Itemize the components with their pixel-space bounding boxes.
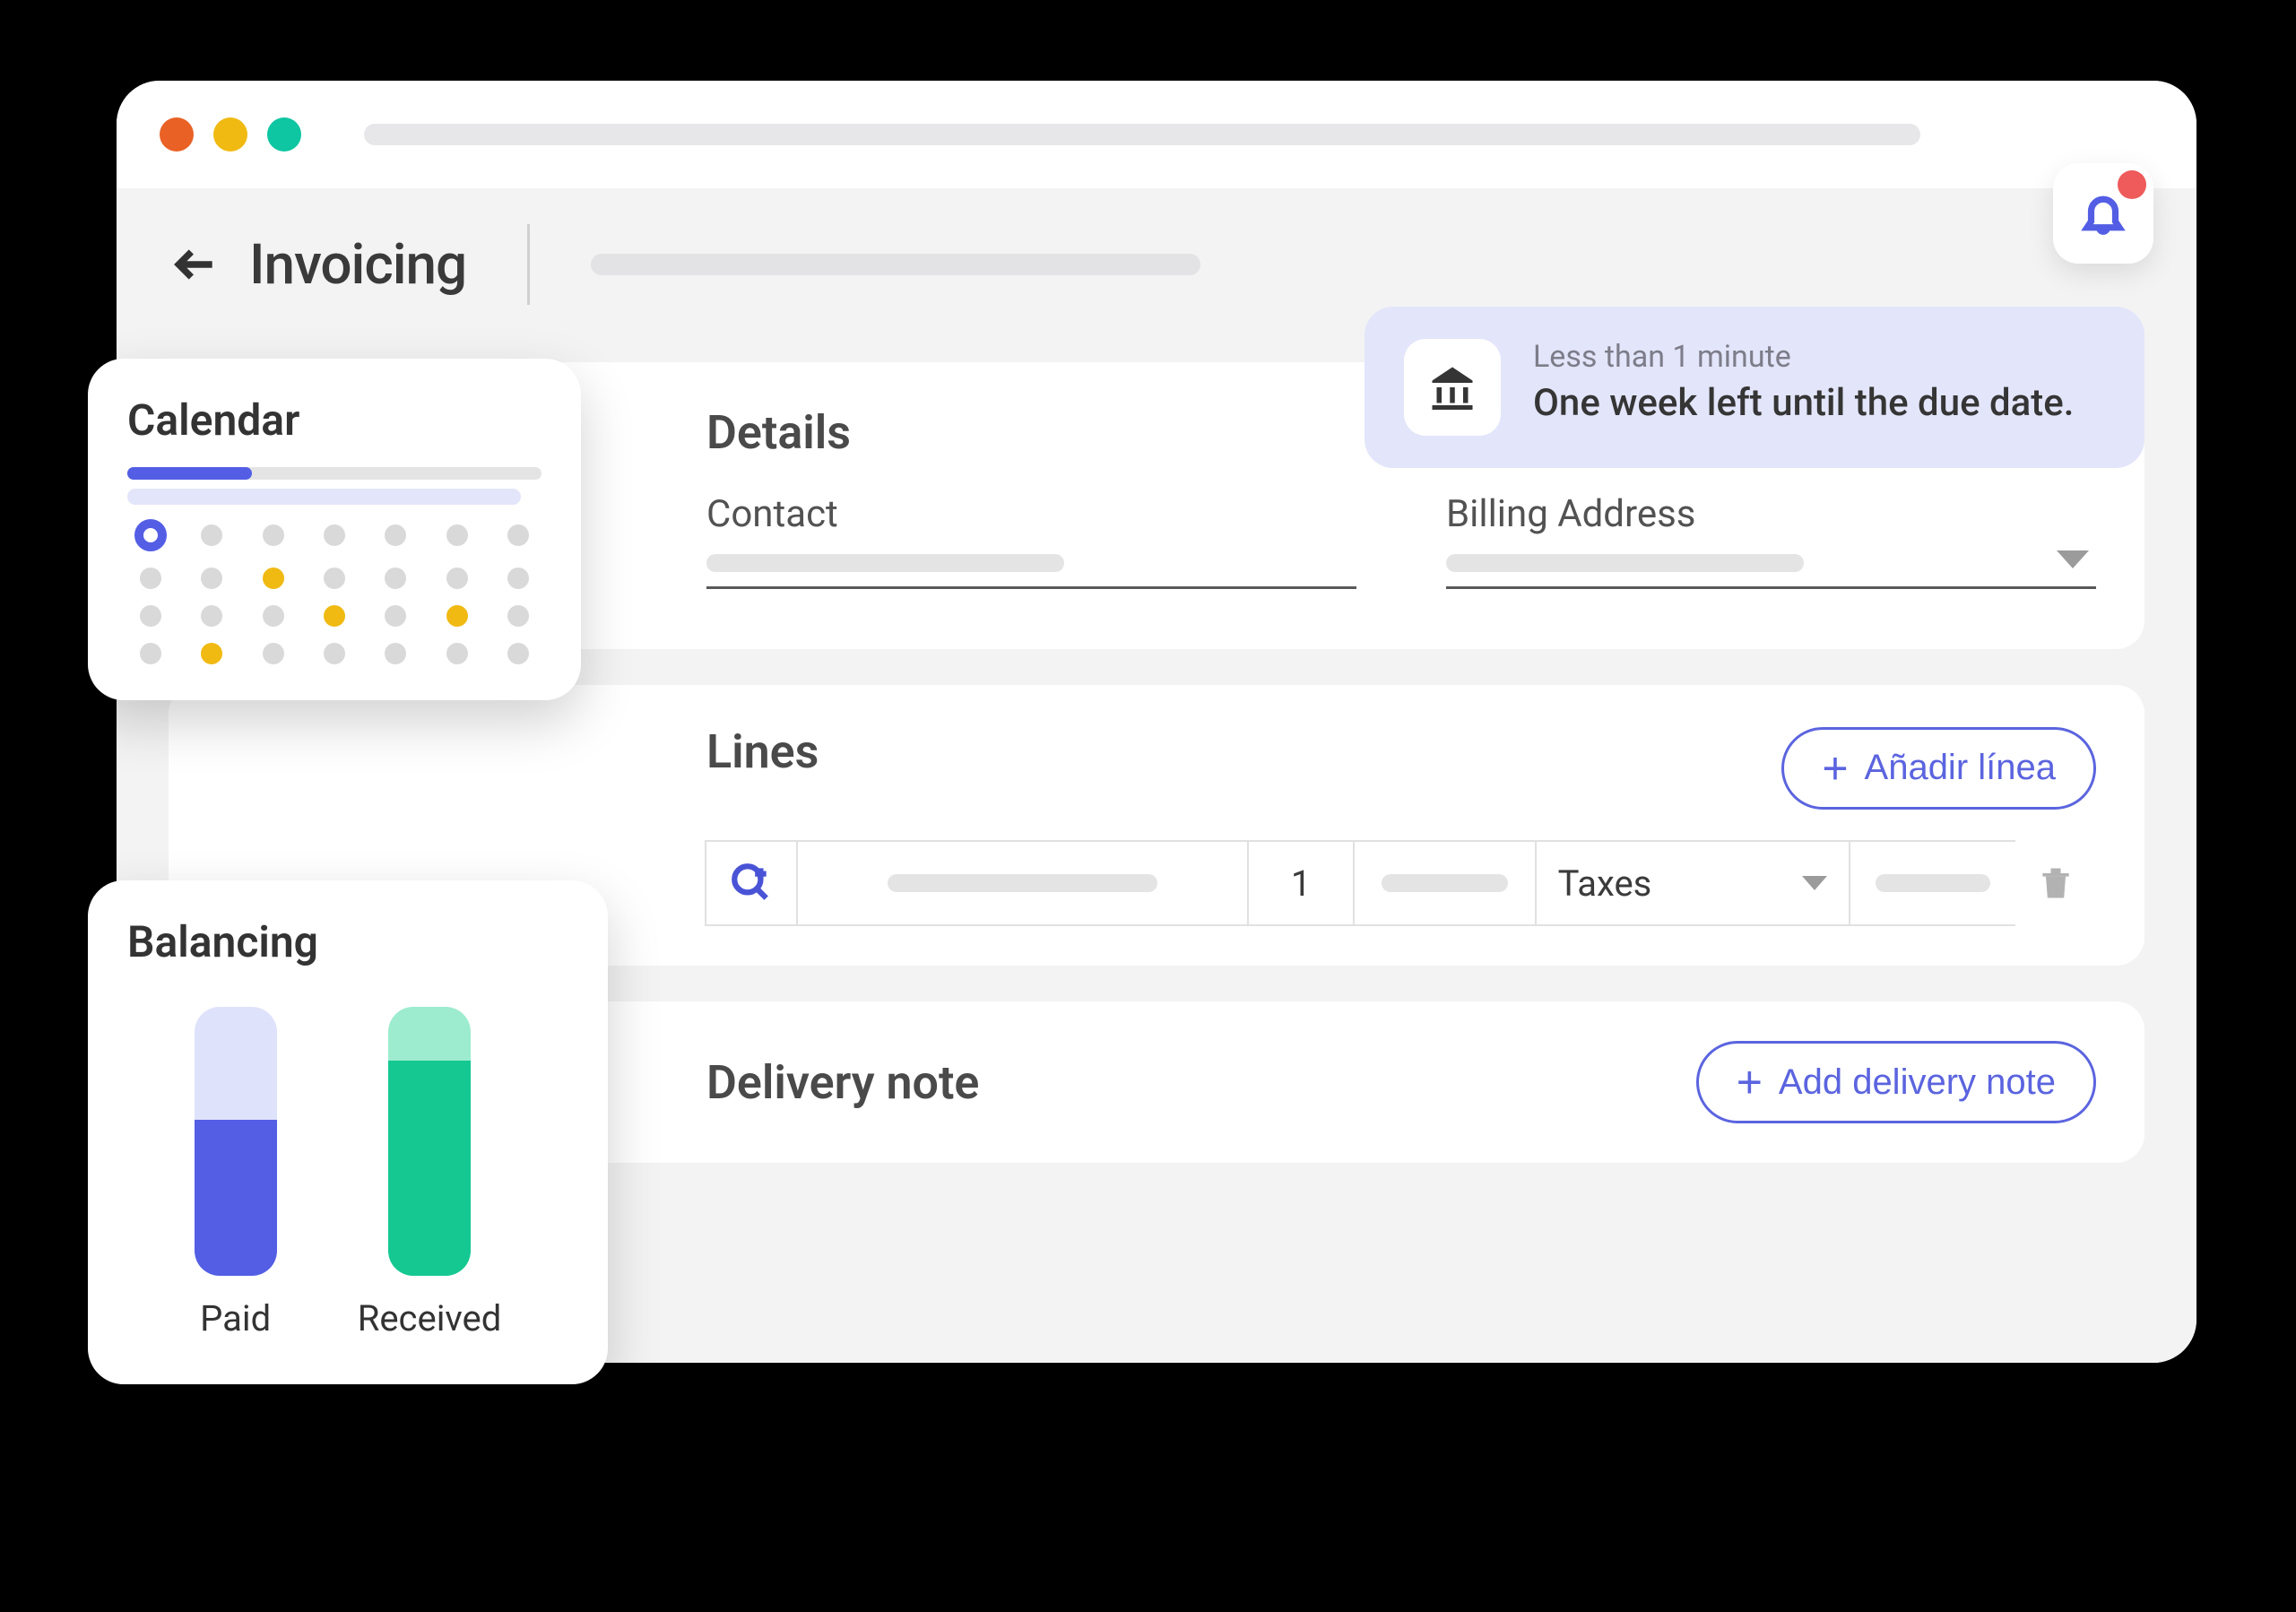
calendar-progress-fill [127, 467, 252, 480]
calendar-day[interactable] [140, 568, 161, 589]
trash-icon [2036, 863, 2075, 903]
divider [527, 224, 530, 305]
calendar-event-day[interactable] [324, 605, 345, 627]
due-date-notification[interactable]: Less than 1 minute One week left until t… [1365, 307, 2144, 468]
paid-bar [195, 1007, 277, 1276]
line-row: 1 Taxes [706, 840, 2096, 926]
notifications-button[interactable] [2053, 163, 2153, 264]
calendar-day[interactable] [446, 643, 468, 664]
close-window-icon[interactable] [160, 117, 194, 152]
notification-message: One week left until the due date. [1533, 380, 2105, 428]
calendar-event-day[interactable] [201, 643, 222, 664]
calendar-day[interactable] [507, 568, 529, 589]
add-delivery-note-button[interactable]: + Add delivery note [1696, 1041, 2096, 1123]
received-label: Received [358, 1297, 502, 1339]
calendar-day[interactable] [263, 643, 284, 664]
notification-icon-box [1404, 339, 1501, 436]
calendar-card: Calendar [88, 359, 581, 700]
paid-label: Paid [195, 1297, 277, 1339]
line-total [1849, 840, 2017, 926]
minimize-window-icon[interactable] [213, 117, 247, 152]
calendar-day[interactable] [263, 524, 284, 546]
bank-icon [1425, 360, 1479, 414]
calendar-day[interactable] [385, 568, 406, 589]
calendar-day[interactable] [385, 524, 406, 546]
calendar-day[interactable] [140, 643, 161, 664]
maximize-window-icon[interactable] [267, 117, 301, 152]
calendar-day[interactable] [507, 524, 529, 546]
calendar-day[interactable] [446, 524, 468, 546]
lines-heading: Lines [706, 724, 819, 779]
calendar-title: Calendar [127, 394, 542, 446]
balancing-title: Balancing [127, 916, 568, 967]
calendar-grid[interactable] [127, 524, 542, 664]
tax-select-label: Taxes [1558, 862, 1652, 905]
calendar-day[interactable] [201, 605, 222, 627]
add-line-label: Añadir línea [1865, 748, 2056, 788]
calendar-day[interactable] [324, 524, 345, 546]
calendar-day[interactable] [324, 643, 345, 664]
chevron-down-icon [1802, 876, 1827, 890]
plus-icon: + [1737, 1060, 1763, 1105]
calendar-weekday-row [127, 489, 521, 505]
calendar-event-day[interactable] [263, 568, 284, 589]
calendar-day[interactable] [507, 643, 529, 664]
back-arrow-icon[interactable] [170, 239, 221, 290]
line-tax-select[interactable]: Taxes [1535, 840, 1851, 926]
calendar-day[interactable] [507, 605, 529, 627]
delivery-heading: Delivery note [706, 1055, 979, 1110]
calendar-event-day[interactable] [446, 605, 468, 627]
url-bar-placeholder [364, 124, 1920, 145]
contact-label: Contact [706, 492, 1356, 536]
calendar-day[interactable] [140, 605, 161, 627]
line-search-button[interactable] [705, 840, 798, 926]
calendar-day[interactable] [201, 524, 222, 546]
search-plus-icon [729, 861, 774, 906]
contact-input[interactable] [706, 554, 1356, 589]
breadcrumb-placeholder [591, 254, 1200, 275]
line-description-input[interactable] [796, 840, 1249, 926]
bell-icon [2079, 189, 2127, 238]
balancing-card: Balancing Paid Received [88, 880, 608, 1384]
calendar-day[interactable] [446, 568, 468, 589]
line-price-input[interactable] [1353, 840, 1536, 926]
add-line-button[interactable]: + Añadir línea [1781, 727, 2096, 810]
delete-line-button[interactable] [2015, 840, 2096, 926]
plus-icon: + [1822, 746, 1848, 791]
notification-time: Less than 1 minute [1533, 339, 2105, 375]
window-titlebar [117, 81, 2196, 188]
calendar-selected-day[interactable] [134, 519, 167, 551]
calendar-day[interactable] [263, 605, 284, 627]
chevron-down-icon [2057, 550, 2089, 568]
calendar-day[interactable] [385, 643, 406, 664]
calendar-progress-track [127, 467, 542, 480]
add-delivery-label: Add delivery note [1779, 1062, 2056, 1103]
billing-address-select[interactable] [1446, 554, 2096, 589]
billing-address-label: Billing Address [1446, 492, 2096, 536]
notification-badge [2118, 170, 2146, 199]
calendar-day[interactable] [385, 605, 406, 627]
page-title: Invoicing [249, 232, 466, 298]
line-qty-input[interactable]: 1 [1247, 840, 1355, 926]
received-bar [388, 1007, 471, 1276]
calendar-day[interactable] [324, 568, 345, 589]
calendar-day[interactable] [201, 568, 222, 589]
